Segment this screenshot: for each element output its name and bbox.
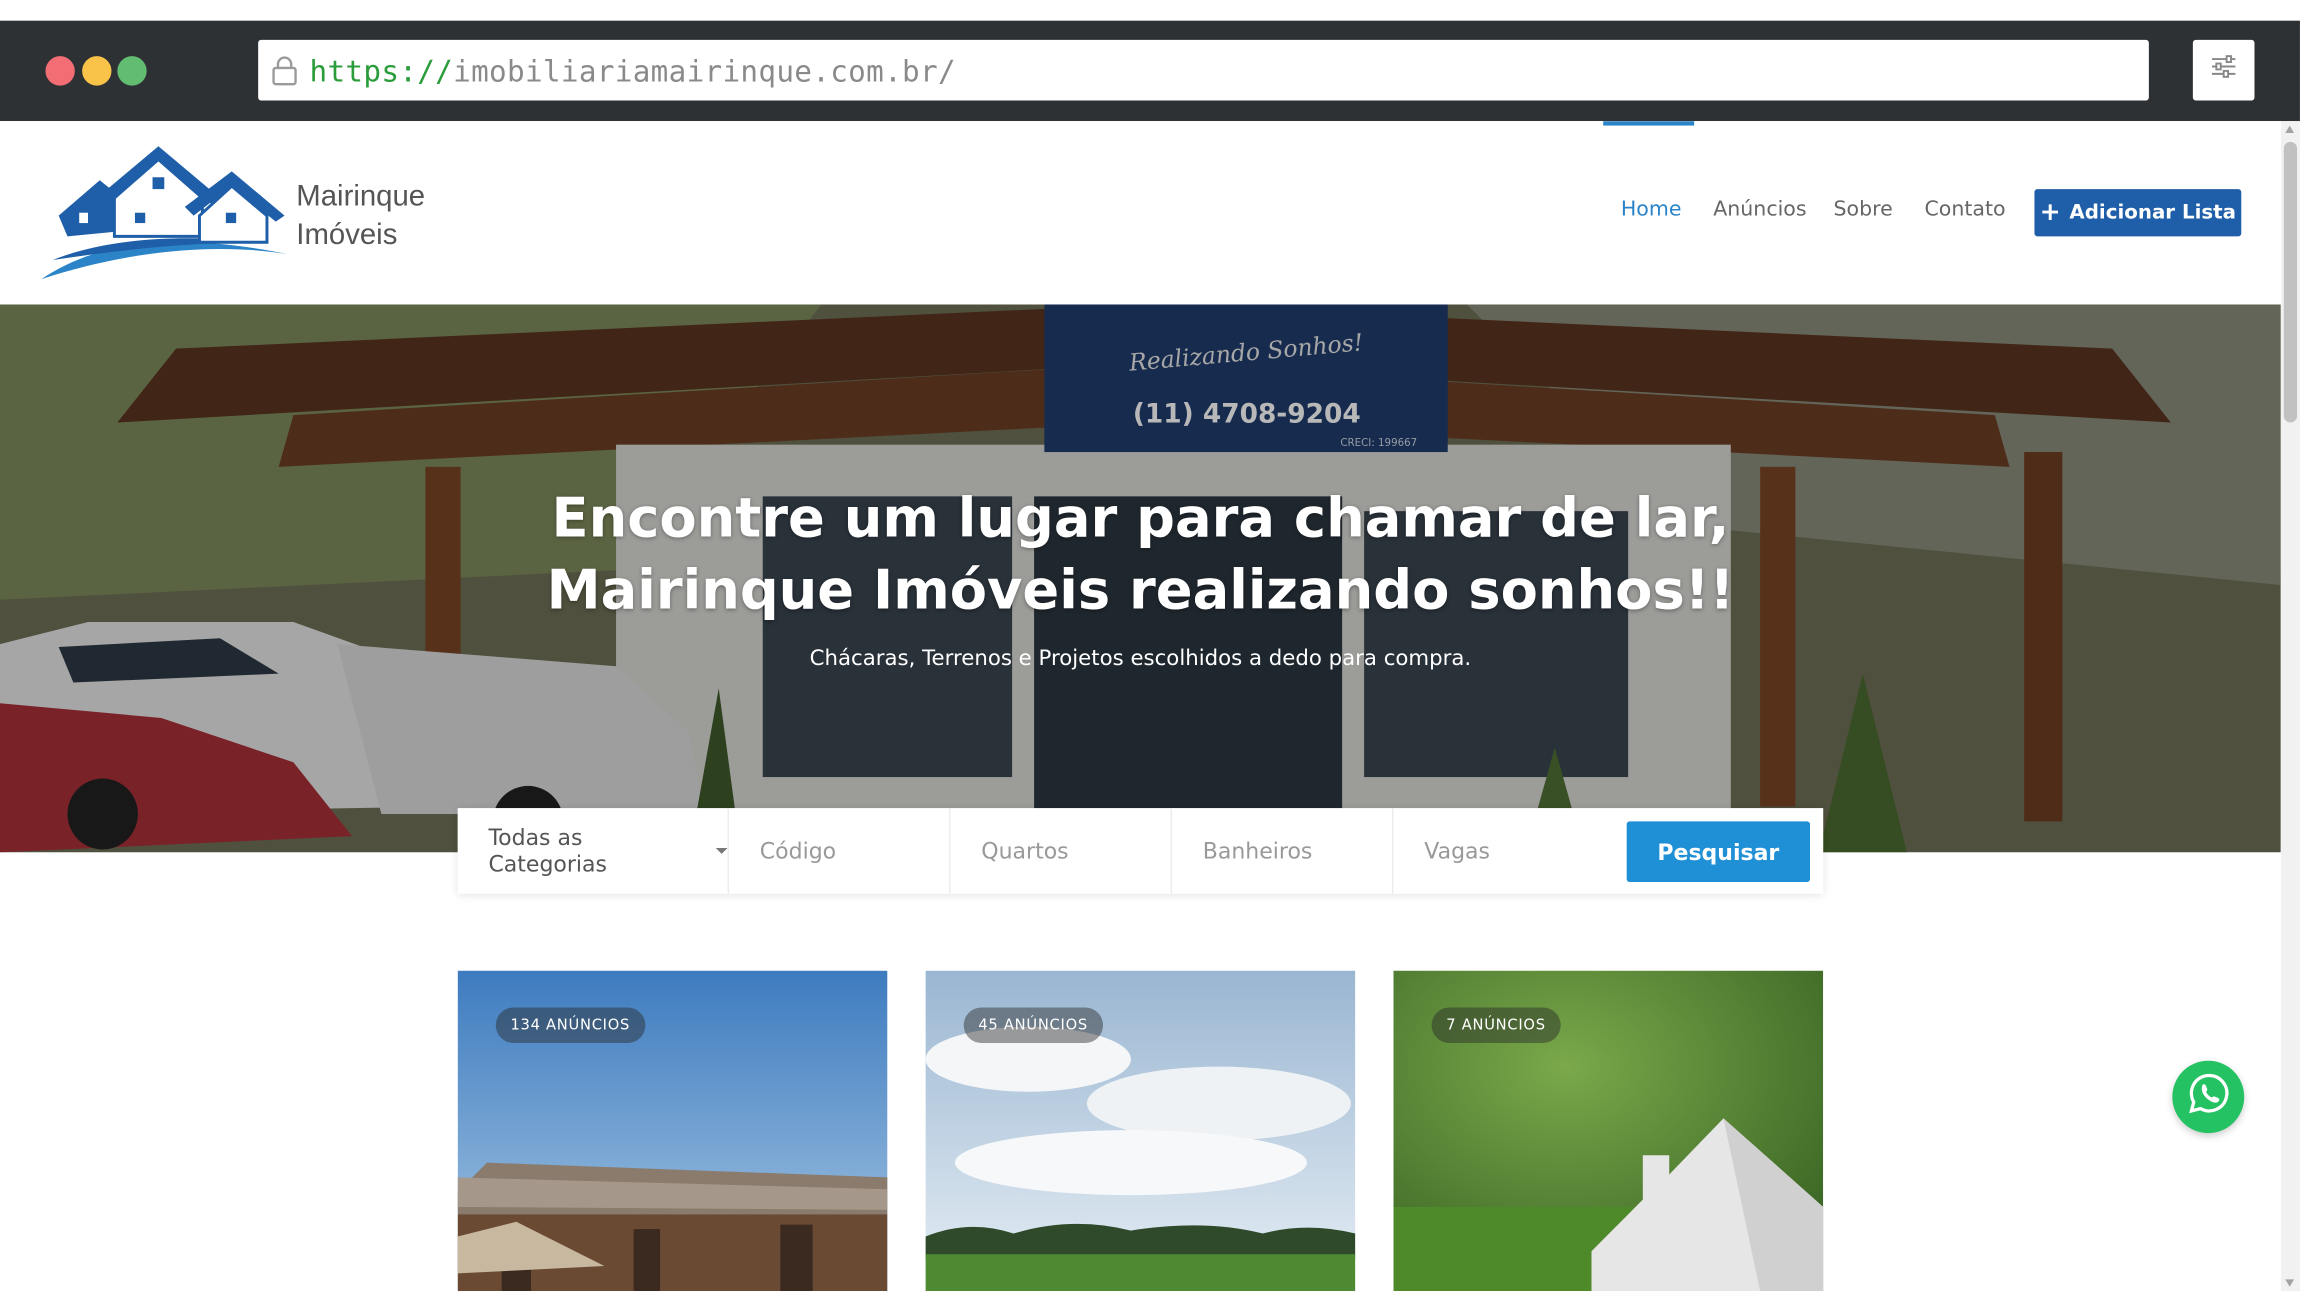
- page-scrollbar[interactable]: [2280, 121, 2300, 1292]
- logo-text: Mairinque Imóveis: [296, 177, 425, 254]
- hero-title: Encontre um lugar para chamar de lar, Ma…: [0, 482, 2281, 627]
- lock-icon: [271, 56, 297, 86]
- houses-logo-icon: [41, 146, 288, 280]
- nav-anuncios[interactable]: Anúncios: [1713, 198, 1806, 222]
- listing-count-badge: 134 ANÚNCIOS: [495, 1007, 645, 1043]
- url-scheme: https://: [309, 52, 454, 88]
- scrollbar-thumb[interactable]: [2283, 141, 2298, 423]
- add-listing-label: Adicionar Lista: [2069, 200, 2236, 225]
- search-button[interactable]: Pesquisar: [1626, 821, 1811, 882]
- hero-title-line-1: Encontre um lugar para chamar de lar,: [551, 486, 1730, 550]
- codigo-input[interactable]: Código: [729, 808, 951, 894]
- nav-sobre[interactable]: Sobre: [1834, 198, 1893, 222]
- logo-line-1: Mairinque: [296, 180, 426, 213]
- hero-subtitle: Chácaras, Terrenos e Projetos escolhidos…: [809, 647, 1472, 671]
- property-search-bar: Todas as Categorias Código Quartos Banhe…: [457, 808, 1824, 894]
- browser-menu-button[interactable]: [2192, 39, 2255, 101]
- window-maximize-button[interactable]: [117, 56, 147, 86]
- caret-down-icon: [715, 847, 728, 854]
- quartos-input[interactable]: Quartos: [950, 808, 1172, 894]
- active-nav-indicator: [1603, 121, 1695, 126]
- scroll-down-arrow-icon[interactable]: [2285, 1279, 2295, 1287]
- web-page: Mairinque Imóveis Home Anúncios Sobre Co…: [0, 121, 2281, 1292]
- site-logo[interactable]: Mairinque Imóveis: [38, 139, 463, 287]
- hero-banner: Realizando Sonhos! (11) 4708-9204 CRECI:…: [0, 304, 2281, 853]
- vagas-input[interactable]: Vagas: [1393, 808, 1614, 894]
- category-card-houses[interactable]: 134 ANÚNCIOS: [457, 970, 888, 1292]
- url-host: imobiliariamairinque.com.br/: [453, 52, 956, 88]
- plus-icon: +: [2039, 197, 2061, 227]
- nav-home[interactable]: Home: [1621, 198, 1682, 222]
- logo-line-2: Imóveis: [296, 218, 398, 252]
- window-close-button[interactable]: [45, 56, 75, 86]
- scroll-up-arrow-icon[interactable]: [2285, 125, 2295, 133]
- category-select-value: Todas as Categorias: [488, 824, 608, 878]
- category-card-projects[interactable]: 7 ANÚNCIOS: [1393, 970, 1824, 1292]
- banheiros-input[interactable]: Banheiros: [1172, 808, 1394, 894]
- window-minimize-button[interactable]: [82, 56, 112, 86]
- url-text: https://imobiliariamairinque.com.br/: [309, 52, 955, 87]
- site-header: Mairinque Imóveis Home Anúncios Sobre Co…: [0, 121, 2281, 305]
- whatsapp-icon: [2186, 1071, 2230, 1123]
- address-bar[interactable]: https://imobiliariamairinque.com.br/: [258, 39, 2149, 101]
- category-card-land[interactable]: 45 ANÚNCIOS: [925, 970, 1356, 1292]
- listing-count-badge: 7 ANÚNCIOS: [1431, 1007, 1561, 1043]
- hero-title-line-2: Mairinque Imóveis realizando sonhos!!: [546, 558, 1735, 622]
- category-select[interactable]: Todas as Categorias: [458, 808, 729, 894]
- add-listing-button[interactable]: + Adicionar Lista: [2034, 189, 2242, 237]
- whatsapp-button[interactable]: [2172, 1060, 2245, 1134]
- sliders-icon: [2210, 55, 2236, 86]
- browser-toolbar: https://imobiliariamairinque.com.br/: [0, 20, 2300, 122]
- nav-contato[interactable]: Contato: [1924, 198, 2005, 222]
- listing-count-badge: 45 ANÚNCIOS: [963, 1007, 1103, 1043]
